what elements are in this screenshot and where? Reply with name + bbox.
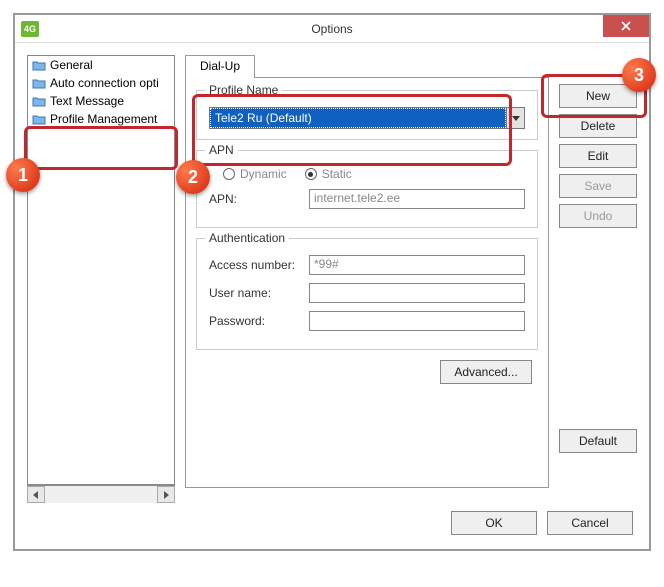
profile-selected: Tele2 Ru (Default): [210, 108, 506, 128]
apn-radio-row: Dynamic Static: [209, 167, 525, 181]
col-spacer: [559, 55, 637, 78]
window-title: Options: [311, 22, 352, 36]
auth-group: Authentication Access number: *99# User …: [196, 238, 538, 350]
sidebar-item-general[interactable]: General: [28, 56, 174, 74]
sidebar-item-label: Auto connection opti: [50, 76, 159, 90]
edit-button[interactable]: Edit: [559, 144, 637, 168]
sidebar-item-label: Text Message: [50, 94, 124, 108]
tab-strip: Dial-Up: [185, 55, 549, 78]
content-area: General Auto connection opti Text Messag…: [15, 43, 649, 511]
sidebar-item-autoconn[interactable]: Auto connection opti: [28, 74, 174, 92]
username-label: User name:: [209, 286, 301, 300]
password-input[interactable]: [309, 311, 525, 331]
tab-filler: [255, 55, 549, 78]
username-row: User name:: [209, 283, 525, 303]
access-number-label: Access number:: [209, 258, 301, 272]
tab-panel: Profile Name Tele2 Ru (Default) APN: [185, 78, 549, 488]
side-button-column: New Delete Edit Save Undo Default: [559, 55, 637, 503]
apn-group: APN Dynamic Static AP: [196, 150, 538, 228]
app-badge-icon: 4G: [21, 21, 39, 37]
delete-button[interactable]: Delete: [559, 114, 637, 138]
folder-icon: [32, 95, 46, 107]
col-flex-spacer: [559, 234, 637, 423]
tab-dialup[interactable]: Dial-Up: [185, 55, 255, 78]
close-icon: [621, 21, 631, 31]
sidebar-item-profile-management[interactable]: Profile Management: [28, 110, 174, 128]
default-button[interactable]: Default: [559, 429, 637, 453]
scroll-left-button[interactable]: [27, 486, 45, 503]
chevron-right-icon: [162, 491, 170, 499]
apn-dynamic-radio[interactable]: Dynamic: [223, 167, 287, 181]
profile-name-combobox[interactable]: Tele2 Ru (Default): [209, 107, 525, 129]
apn-label: APN:: [209, 192, 301, 206]
auth-group-label: Authentication: [205, 231, 289, 245]
tab-pane: Dial-Up Profile Name Tele2 Ru (Default): [185, 55, 549, 503]
sidebar-item-text-message[interactable]: Text Message: [28, 92, 174, 110]
profile-name-label: Profile Name: [205, 83, 282, 97]
scroll-track[interactable]: [45, 486, 157, 503]
titlebar: 4G Options: [15, 15, 649, 43]
username-input[interactable]: [309, 283, 525, 303]
access-number-input[interactable]: *99#: [309, 255, 525, 275]
sidebar-item-label: General: [50, 58, 93, 72]
combo-dropdown-button[interactable]: [506, 108, 524, 128]
radio-icon: [223, 168, 235, 180]
folder-icon: [32, 77, 46, 89]
close-button[interactable]: [603, 15, 649, 37]
password-label: Password:: [209, 314, 301, 328]
advanced-row: Advanced...: [196, 360, 538, 384]
apn-group-label: APN: [205, 143, 238, 157]
main-area: Dial-Up Profile Name Tele2 Ru (Default): [185, 55, 637, 503]
apn-input[interactable]: internet.tele2.ee: [309, 189, 525, 209]
apn-row: APN: internet.tele2.ee: [209, 189, 525, 209]
radio-label: Static: [322, 167, 352, 181]
options-window: 4G Options General Auto connection opti …: [13, 13, 651, 551]
chevron-left-icon: [32, 491, 40, 499]
apn-static-radio[interactable]: Static: [305, 167, 352, 181]
radio-label: Dynamic: [240, 167, 287, 181]
sidebar-item-label: Profile Management: [50, 112, 157, 126]
save-button[interactable]: Save: [559, 174, 637, 198]
password-row: Password:: [209, 311, 525, 331]
profile-name-group: Profile Name Tele2 Ru (Default): [196, 90, 538, 140]
cancel-button[interactable]: Cancel: [547, 511, 633, 535]
sidebar-tree[interactable]: General Auto connection opti Text Messag…: [27, 55, 175, 485]
sidebar-container: General Auto connection opti Text Messag…: [27, 55, 175, 503]
chevron-down-icon: [512, 114, 520, 122]
scroll-right-button[interactable]: [157, 486, 175, 503]
access-number-row: Access number: *99#: [209, 255, 525, 275]
advanced-button[interactable]: Advanced...: [440, 360, 532, 384]
sidebar-hscroll[interactable]: [27, 485, 175, 503]
dialog-footer: OK Cancel: [15, 511, 649, 549]
folder-icon: [32, 59, 46, 71]
folder-icon: [32, 113, 46, 125]
ok-button[interactable]: OK: [451, 511, 537, 535]
col-spacer2: [559, 459, 637, 503]
radio-icon: [305, 168, 317, 180]
undo-button[interactable]: Undo: [559, 204, 637, 228]
new-button[interactable]: New: [559, 84, 637, 108]
